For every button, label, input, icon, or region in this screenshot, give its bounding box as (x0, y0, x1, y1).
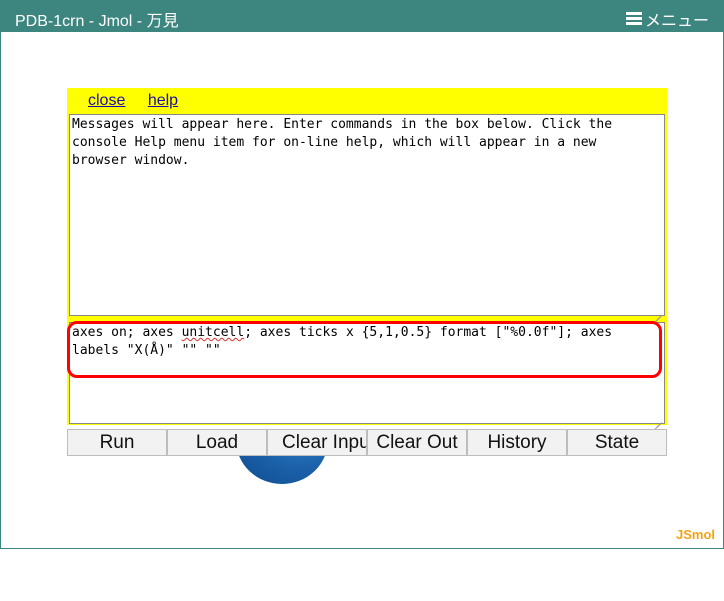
run-button[interactable]: Run (67, 429, 167, 456)
jsmol-logo: JSmol (675, 527, 715, 542)
console-links: close help (88, 92, 196, 110)
console-button-bar: Run Load Clear Input Clear Out History S… (67, 429, 667, 456)
jsmol-window: PDB-1crn - Jmol - 万見 メニュー close help Mes… (0, 0, 724, 549)
clear-output-button[interactable]: Clear Out (367, 429, 467, 456)
state-button[interactable]: State (567, 429, 667, 456)
menu-button[interactable]: メニュー (625, 7, 709, 31)
history-button[interactable]: History (467, 429, 567, 456)
close-link[interactable]: close (88, 92, 125, 109)
clear-input-button[interactable]: Clear Input (267, 429, 367, 456)
molecule-render (236, 456, 328, 484)
window-title: PDB-1crn - Jmol - 万見 (15, 13, 179, 30)
message-output[interactable]: Messages will appear here. Enter command… (69, 114, 665, 316)
title-bar: PDB-1crn - Jmol - 万見 メニュー (1, 1, 723, 32)
help-link[interactable]: help (148, 92, 178, 109)
input-resize-handle[interactable] (652, 413, 662, 423)
hamburger-icon (625, 12, 642, 26)
output-resize-handle[interactable] (652, 306, 662, 316)
highlight-annotation (67, 321, 662, 378)
menu-label: メニュー (644, 13, 709, 30)
load-button[interactable]: Load (167, 429, 267, 456)
